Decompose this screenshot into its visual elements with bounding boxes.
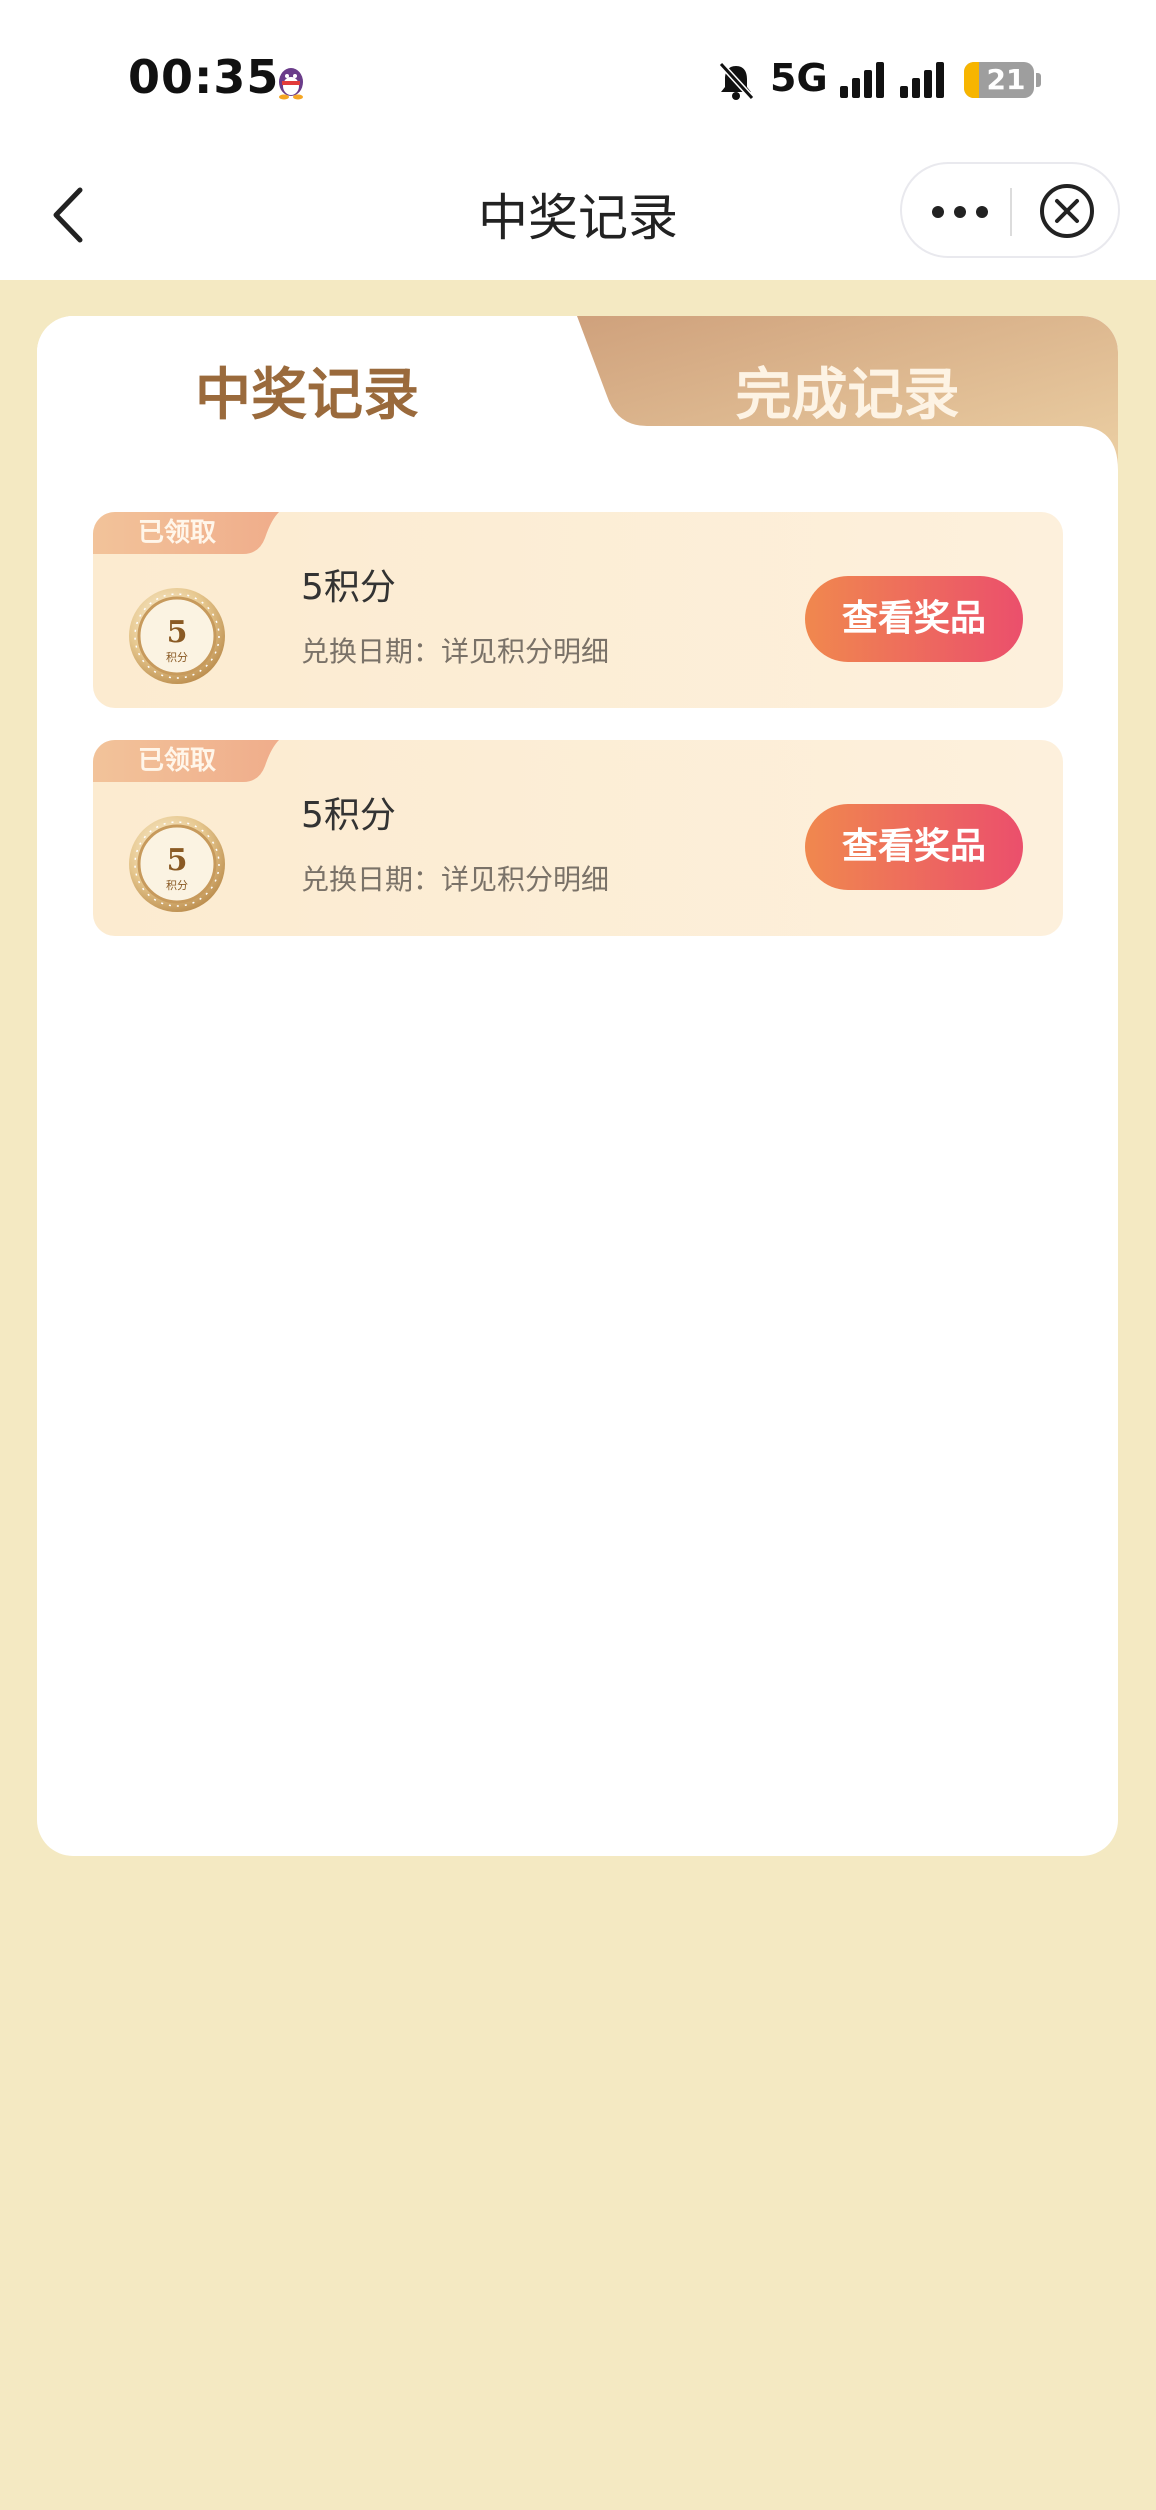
view-prize-button[interactable]: 查看奖品 <box>805 576 1023 662</box>
close-circle-icon[interactable] <box>1038 182 1096 240</box>
more-dots-icon[interactable] <box>930 200 990 224</box>
records-card: 中奖记录 完成记录 已领取 5 积分 5积分 兑换日期：详见积分明细 查看奖品 … <box>37 316 1118 1856</box>
tab-completed-records[interactable]: 完成记录 <box>577 350 1118 431</box>
view-prize-button[interactable]: 查看奖品 <box>805 804 1023 890</box>
points-coin-icon: 5 积分 <box>129 588 225 684</box>
tab-win-records[interactable]: 中奖记录 <box>37 350 577 431</box>
coin-value: 5 <box>167 615 188 650</box>
capsule-divider <box>1010 188 1012 236</box>
status-time: 00:35 <box>128 50 280 104</box>
qq-penguin-icon <box>279 68 303 100</box>
mini-program-capsule <box>900 162 1120 258</box>
nav-bar: 中奖记录 <box>0 150 1156 280</box>
prize-redeem-date: 兑换日期：详见积分明细 <box>301 863 610 896</box>
record-item: 已领取 5 积分 5积分 兑换日期：详见积分明细 查看奖品 <box>93 512 1063 708</box>
battery-icon: 21 <box>964 62 1034 98</box>
coin-value: 5 <box>167 843 188 878</box>
status-badge: 已领取 <box>137 518 216 548</box>
status-bar: 00:35 5G 21 <box>0 0 1156 150</box>
battery-level: 21 <box>986 63 1026 96</box>
prize-redeem-date: 兑换日期：详见积分明细 <box>301 635 610 668</box>
coin-unit: 积分 <box>166 879 188 892</box>
record-item: 已领取 5 积分 5积分 兑换日期：详见积分明细 查看奖品 <box>93 740 1063 936</box>
status-badge: 已领取 <box>137 746 216 776</box>
battery-fill <box>964 62 979 98</box>
network-label: 5G <box>770 56 828 100</box>
prize-name: 5积分 <box>301 795 396 836</box>
battery-tip <box>1036 73 1041 87</box>
bell-muted-icon <box>718 61 755 101</box>
signal-icon <box>840 62 884 98</box>
signal-icon <box>900 62 944 98</box>
coin-unit: 积分 <box>166 651 188 664</box>
points-coin-icon: 5 积分 <box>129 816 225 912</box>
prize-name: 5积分 <box>301 567 396 608</box>
